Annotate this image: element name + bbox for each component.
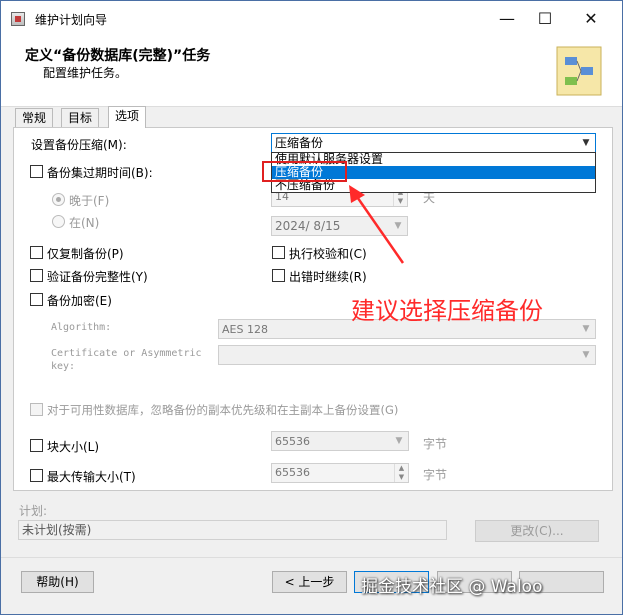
wizard-header: 定义“备份数据库(完整)”任务 配置维护任务。 [1,37,622,107]
spin-arrows-icon[interactable]: ▲▼ [394,464,408,482]
chevron-down-icon: ▼ [395,436,403,446]
continue-on-error-checkbox[interactable] [272,269,285,282]
certificate-label-line1: Certificate or Asymmetric [51,348,202,359]
wizard-graphic-icon [556,46,602,96]
on-date-label: 在(N) [69,216,100,230]
wizard-window: 维护计划向导 — ☐ ✕ 定义“备份数据库(完整)”任务 配置维护任务。 常规 … [0,0,623,615]
page-title: 定义“备份数据库(完整)”任务 [25,48,211,64]
max-transfer-input[interactable]: 65536 ▲ ▼ [271,463,409,483]
chevron-down-icon: ▼ [582,350,590,360]
maximize-button[interactable]: ☐ [522,1,568,37]
chevron-down-icon: ▼ [582,138,590,148]
chevron-down-icon: ▼ [582,324,590,334]
window-title: 维护计划向导 [35,13,108,27]
verify-label: 验证备份完整性(Y) [47,270,148,284]
max-transfer-checkbox[interactable] [30,469,43,482]
app-icon [11,12,25,26]
block-size-value: 65536 [275,435,310,448]
availability-label: 对于可用性数据库，忽略备份的副本优先级和在主副本上备份设置(G) [47,403,399,417]
annotation-text: 建议选择压缩备份 [351,297,543,325]
annotation-arrow-icon [349,185,405,264]
availability-checkbox[interactable] [30,403,43,416]
title-bar: 维护计划向导 — ☐ ✕ [1,1,622,37]
on-date-radio[interactable] [52,215,65,228]
block-size-select[interactable]: 65536 ▼ [271,431,409,451]
close-button[interactable]: ✕ [568,1,614,37]
change-schedule-button[interactable]: 更改(C)... [475,520,599,542]
highlight-box [262,161,347,182]
tab-options[interactable]: 选项 [108,106,147,128]
max-transfer-unit: 字节 [423,468,448,482]
max-transfer-label: 最大传输大小(T) [47,470,136,484]
watermark: 掘金技术社区 @ Waloo [361,577,543,597]
compression-select[interactable]: 压缩备份 ▼ [271,133,596,153]
copy-only-checkbox[interactable] [30,246,43,259]
encrypt-checkbox[interactable] [30,293,43,306]
later-radio[interactable] [52,193,65,206]
help-button[interactable]: 帮助(H) [21,571,94,593]
block-size-checkbox[interactable] [30,439,43,452]
expire-label: 备份集过期时间(B): [47,166,153,180]
footer-divider [1,557,622,558]
schedule-label: 计划: [19,504,48,518]
tab-destination[interactable]: 目标 [61,108,100,128]
block-size-unit: 字节 [423,437,448,451]
checksum-checkbox[interactable] [272,246,285,259]
page-subtitle: 配置维护任务。 [43,66,128,80]
compression-label: 设置备份压缩(M): [31,138,127,152]
back-button[interactable]: < 上一步 [272,571,347,593]
max-transfer-value: 65536 [275,466,310,479]
verify-checkbox[interactable] [30,269,43,282]
algorithm-value: AES 128 [222,323,268,336]
schedule-field: 未计划(按需) [18,520,447,540]
block-size-label: 块大小(L) [47,440,100,454]
date-value: 2024/ 8/15 [275,219,341,233]
certificate-select[interactable]: ▼ [218,345,596,365]
certificate-label-line2: key: [51,361,76,372]
compression-selected-value: 压缩备份 [275,136,324,150]
algorithm-label: Algorithm: [51,322,112,333]
encrypt-label: 备份加密(E) [47,294,112,308]
later-label: 晚于(F) [69,194,110,208]
expire-checkbox[interactable] [30,165,43,178]
copy-only-label: 仅复制备份(P) [47,247,124,261]
tab-general[interactable]: 常规 [15,108,54,128]
